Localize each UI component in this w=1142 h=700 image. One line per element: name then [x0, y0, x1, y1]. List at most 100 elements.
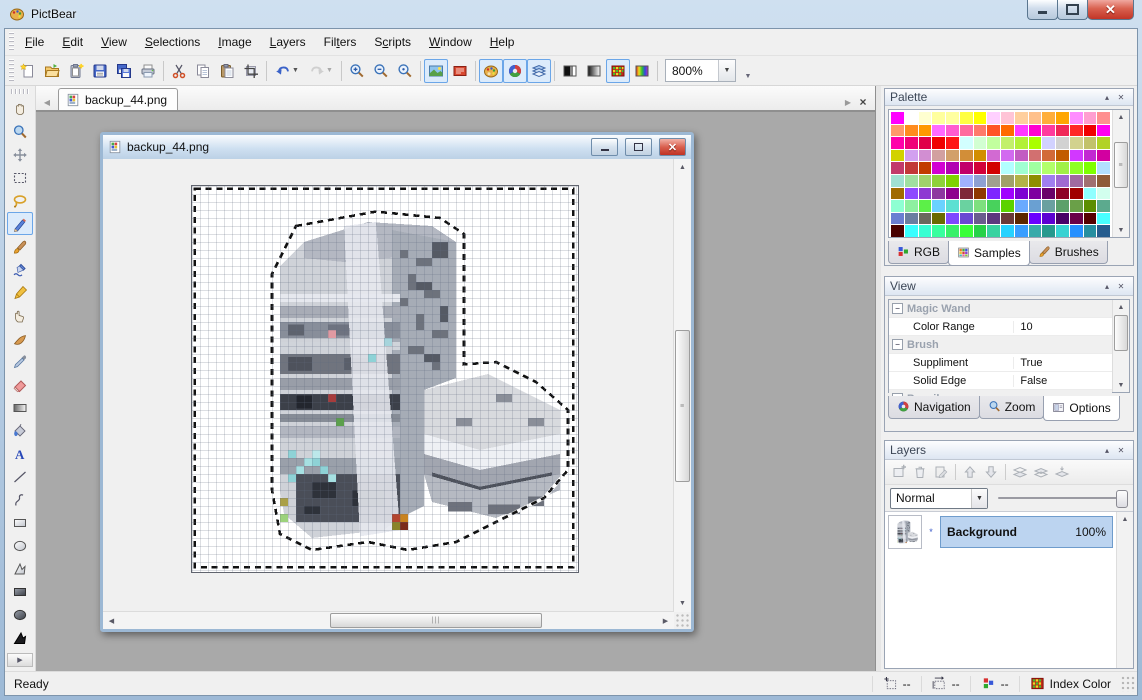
color-swatch[interactable]	[1070, 150, 1083, 162]
color-swatch[interactable]	[1042, 150, 1055, 162]
color-swatch[interactable]	[1001, 213, 1014, 225]
color-swatch[interactable]	[946, 225, 959, 237]
palette-panel-titlebar[interactable]: Palette ▴ ✕	[885, 89, 1133, 106]
color-swatch[interactable]	[1097, 225, 1110, 237]
move-tool[interactable]	[7, 143, 33, 166]
color-swatch[interactable]	[1029, 200, 1042, 212]
color-swatch[interactable]	[1097, 137, 1110, 149]
close-icon[interactable]: ✕	[1114, 91, 1128, 104]
maximize-button[interactable]	[1057, 0, 1088, 20]
copy-button[interactable]	[191, 59, 215, 83]
collapse-icon[interactable]: ▴	[1100, 444, 1114, 457]
color-swatch[interactable]	[1029, 225, 1042, 237]
color-swatch[interactable]	[891, 188, 904, 200]
color-swatch[interactable]	[974, 175, 987, 187]
color-swatch[interactable]	[987, 225, 1000, 237]
color-swatch[interactable]	[974, 137, 987, 149]
color-swatch[interactable]	[1001, 200, 1014, 212]
lasso-tool[interactable]	[7, 189, 33, 212]
zoom-actual-button[interactable]	[393, 59, 417, 83]
fill-tool[interactable]	[7, 419, 33, 442]
eyedropper-tool[interactable]	[7, 350, 33, 373]
zoom-in-button[interactable]	[345, 59, 369, 83]
delete-layer-button[interactable]	[910, 462, 930, 482]
chevron-down-icon[interactable]: ▼	[718, 60, 735, 81]
smudge-tool[interactable]	[7, 327, 33, 350]
color-swatch[interactable]	[960, 150, 973, 162]
color-swatch[interactable]	[919, 225, 932, 237]
move-layer-down-button[interactable]	[981, 462, 1001, 482]
color-swatch[interactable]	[960, 213, 973, 225]
color-swatch[interactable]	[974, 162, 987, 174]
minimize-button[interactable]	[1027, 0, 1058, 20]
view-tab-zoom[interactable]: Zoom	[979, 396, 1045, 419]
filled-ellipse-tool[interactable]	[7, 603, 33, 626]
layer-thumbnail[interactable]	[888, 515, 922, 549]
close-button[interactable]: ✕	[1087, 0, 1134, 20]
color-swatch[interactable]	[1097, 175, 1110, 187]
color-swatch[interactable]	[1042, 137, 1055, 149]
zoom-level-combobox[interactable]: 800%▼	[665, 59, 736, 82]
collapse-icon[interactable]: ▴	[1100, 280, 1114, 293]
chevron-down-icon[interactable]: ▼	[292, 67, 299, 74]
chevron-down-icon[interactable]: ▼	[326, 67, 333, 74]
scroll-up-arrow[interactable]: ▲	[1113, 300, 1129, 314]
color-swatch[interactable]	[1029, 213, 1042, 225]
palette-scrollbar[interactable]: ▲ ≡ ▼	[1112, 110, 1129, 237]
color-swatch[interactable]	[1097, 213, 1110, 225]
layers-panel-titlebar[interactable]: Layers ▴ ✕	[885, 441, 1133, 460]
color-swatch[interactable]	[1001, 162, 1014, 174]
paste-button[interactable]	[215, 59, 239, 83]
color-swatch[interactable]	[1001, 188, 1014, 200]
color-swatch[interactable]	[932, 200, 945, 212]
color-swatch[interactable]	[1042, 125, 1055, 137]
layer-properties-button[interactable]	[931, 462, 951, 482]
color-swatch[interactable]	[1029, 175, 1042, 187]
new-button[interactable]	[16, 59, 40, 83]
color-swatch[interactable]	[960, 188, 973, 200]
color-swatch[interactable]	[905, 150, 918, 162]
color-swatch[interactable]	[932, 188, 945, 200]
color-swatch[interactable]	[1070, 162, 1083, 174]
menu-image[interactable]: Image	[209, 32, 260, 52]
opacity-slider[interactable]	[996, 489, 1128, 507]
close-icon[interactable]: ✕	[1114, 280, 1128, 293]
color-swatch[interactable]	[1056, 125, 1069, 137]
color-swatch[interactable]	[960, 137, 973, 149]
color-swatch[interactable]	[1084, 125, 1097, 137]
color-swatch[interactable]	[1029, 125, 1042, 137]
color-swatch[interactable]	[1056, 112, 1069, 124]
color-swatch[interactable]	[974, 213, 987, 225]
options-scrollbar[interactable]: ▲ ▼	[1112, 300, 1129, 392]
color-swatch[interactable]	[1001, 175, 1014, 187]
color-swatch[interactable]	[1042, 225, 1055, 237]
color-swatch[interactable]	[1070, 125, 1083, 137]
option-value[interactable]: False	[1013, 375, 1112, 387]
scroll-right-arrow[interactable]: ▶	[657, 612, 674, 629]
window-resize-grip[interactable]	[1121, 676, 1135, 692]
color-swatch[interactable]	[919, 150, 932, 162]
tab-scroll-left-button[interactable]: ◀	[40, 94, 54, 110]
color-swatch[interactable]	[1084, 137, 1097, 149]
color-swatch[interactable]	[932, 213, 945, 225]
color-swatch[interactable]	[1070, 200, 1083, 212]
palette-tab-rgb[interactable]: RGB	[888, 241, 949, 264]
line-tool[interactable]	[7, 465, 33, 488]
color-swatch[interactable]	[1056, 150, 1069, 162]
resize-grip[interactable]	[676, 614, 690, 628]
color-swatch[interactable]	[1056, 188, 1069, 200]
menu-selections[interactable]: Selections	[136, 32, 209, 52]
redo-button[interactable]: ▼	[304, 59, 338, 83]
scroll-up-arrow[interactable]: ▲	[1113, 110, 1129, 124]
color-swatch[interactable]	[932, 125, 945, 137]
scroll-up-arrow[interactable]: ▲	[674, 159, 691, 176]
color-swatch[interactable]	[1042, 162, 1055, 174]
color-swatch[interactable]	[1097, 112, 1110, 124]
color-swatch[interactable]	[960, 200, 973, 212]
color-swatch[interactable]	[946, 162, 959, 174]
color-swatch[interactable]	[1084, 175, 1097, 187]
color-swatch[interactable]	[1056, 200, 1069, 212]
eraser-tool[interactable]	[7, 373, 33, 396]
horizontal-scrollbar[interactable]: ◀ ||| ▶	[103, 611, 674, 629]
color-swatch[interactable]	[1056, 213, 1069, 225]
